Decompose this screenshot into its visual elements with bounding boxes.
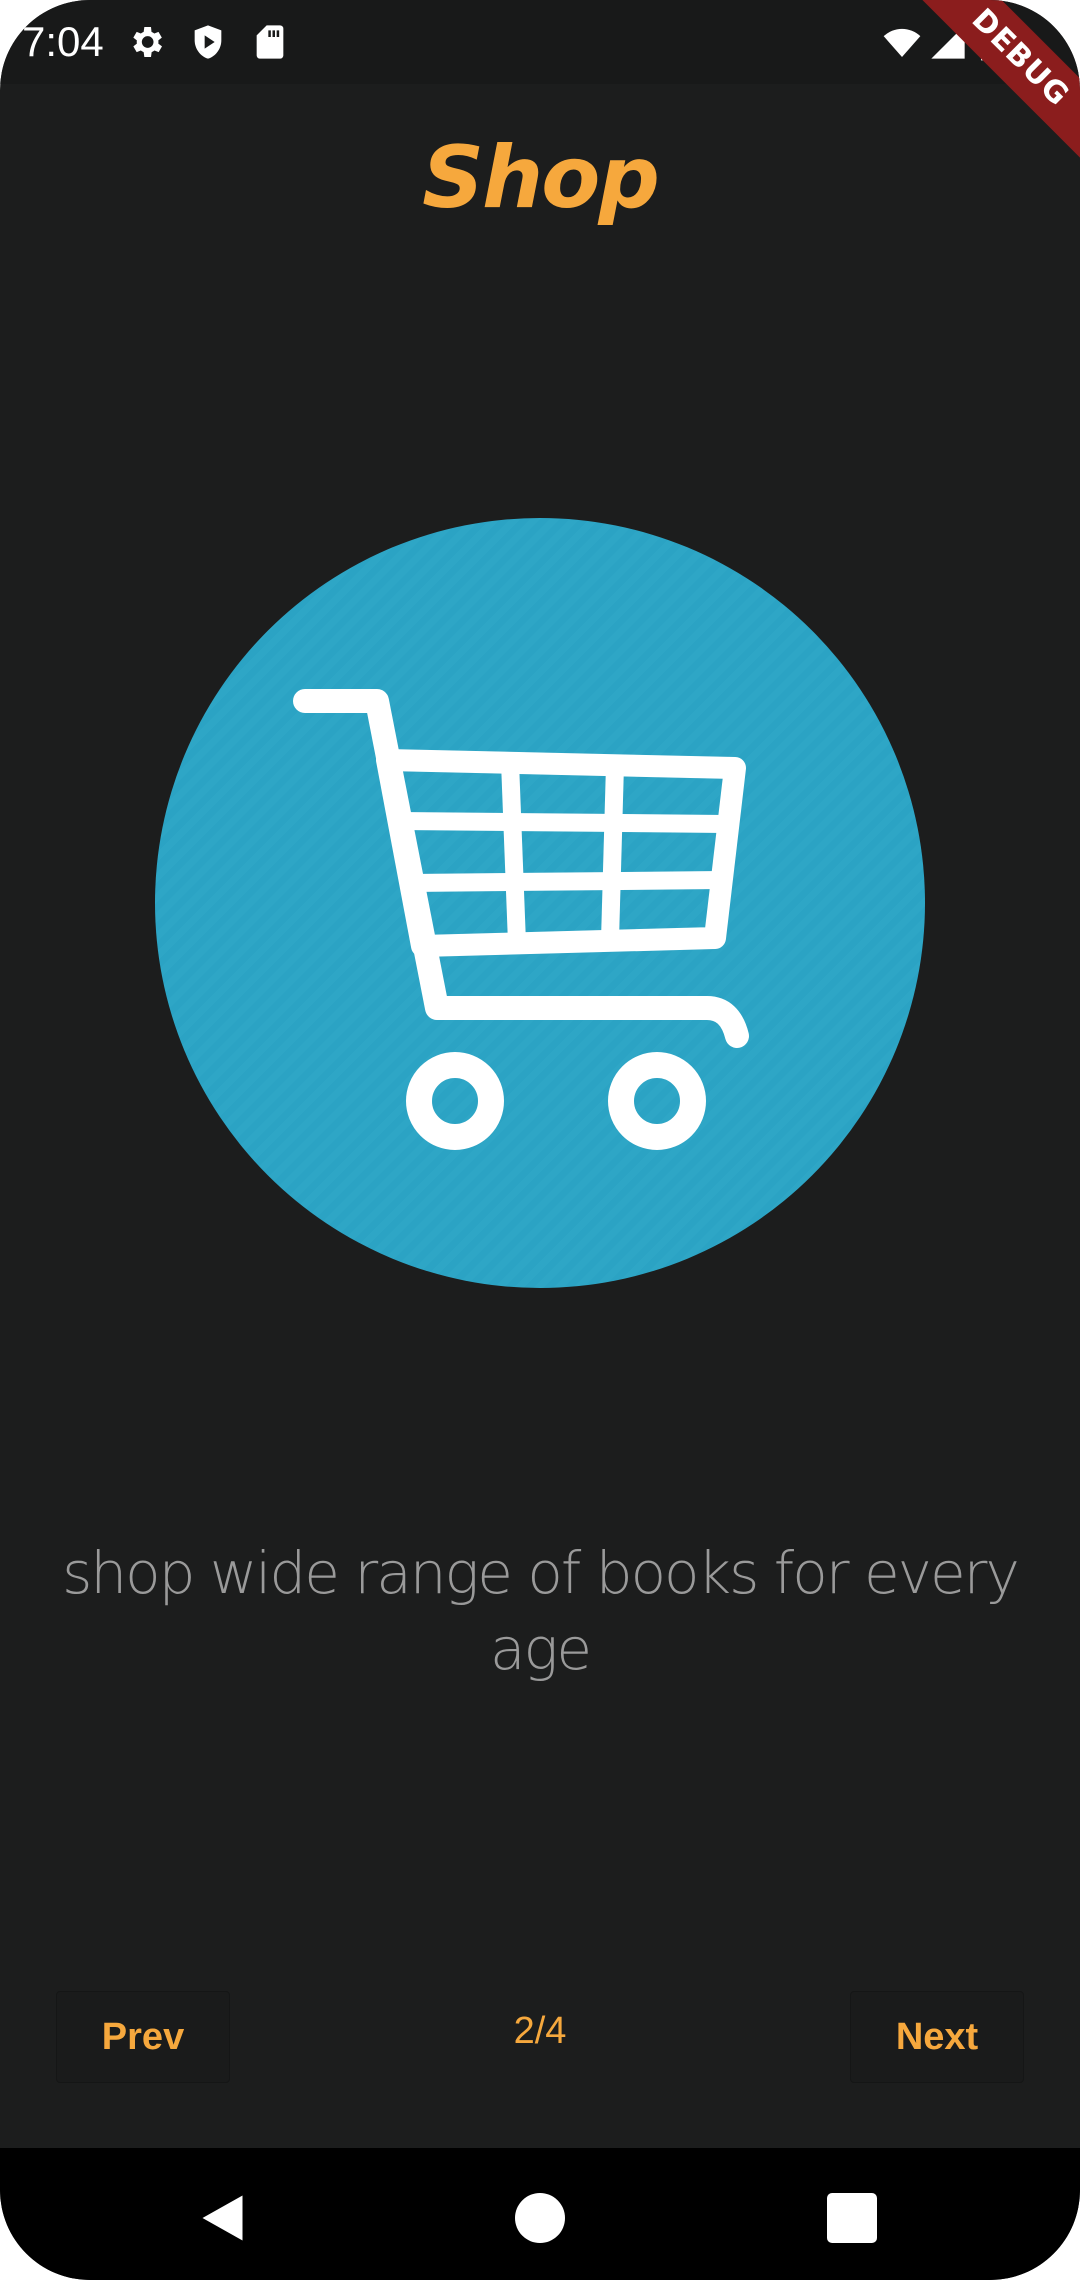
home-icon[interactable] [510, 2188, 570, 2248]
shield-play-icon [194, 25, 222, 59]
page-title: Shop [422, 128, 660, 228]
sd-card-icon [256, 25, 284, 59]
next-button[interactable]: Next [850, 1991, 1024, 2083]
wifi-icon [883, 28, 921, 57]
status-bar: 7:04 DEBUG [0, 0, 1080, 170]
back-icon[interactable] [195, 2188, 255, 2248]
system-nav-bar [0, 2148, 1080, 2280]
recents-icon[interactable] [822, 2188, 882, 2248]
page-indicator: 2/4 [513, 2010, 567, 2052]
status-time: 7:04 [22, 18, 104, 65]
phone-screen: 7:04 DEBUG Shop shop wide range of books… [0, 0, 1080, 2280]
onboarding-description: shop wide range of books for every age [62, 1539, 1020, 1683]
shopping-cart-illustration [155, 518, 925, 1288]
prev-button[interactable]: Prev [56, 1991, 230, 2083]
gear-icon [133, 27, 162, 57]
illustration-circle [155, 518, 925, 1288]
